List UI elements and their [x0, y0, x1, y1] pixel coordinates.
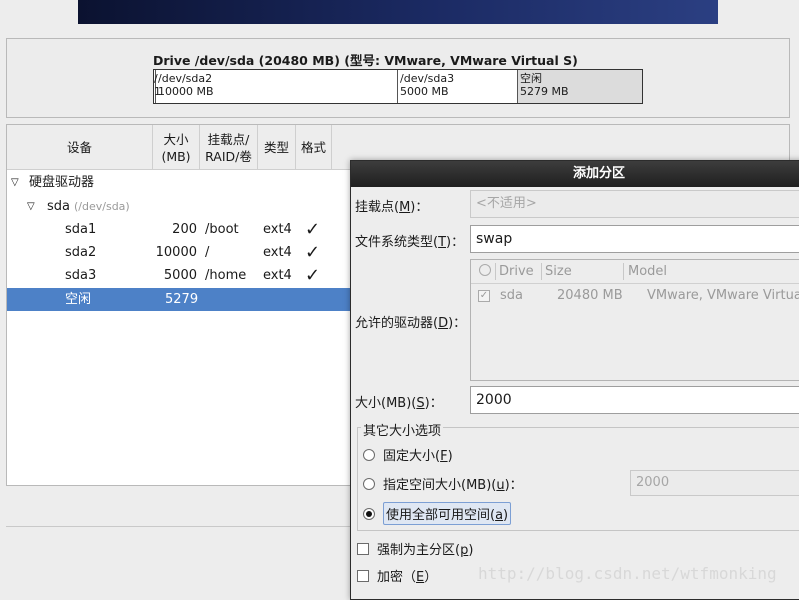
column-format[interactable]: 格式: [296, 125, 332, 170]
mount-point-label: 挂载点(M)：: [355, 200, 429, 215]
mount-point-combo[interactable]: <不适用>: [470, 190, 799, 218]
segment-free[interactable]: 空闲 5279 MB: [518, 70, 642, 103]
drive-title: Drive /dev/sda (20480 MB) (型号: VMware, V…: [153, 53, 578, 68]
header-banner: [78, 0, 718, 24]
drives-header: Drive Size Model: [471, 260, 799, 284]
fill-to-size-radio[interactable]: 指定空间大小(MB)(u)：: [363, 474, 523, 493]
encrypt-checkbox[interactable]: 加密（E）: [357, 566, 437, 585]
size-spinner[interactable]: 2000: [470, 386, 799, 414]
partition-bar: / 1 /dev/sda2 10000 MB /dev/sda3 5000 MB…: [153, 69, 643, 104]
dialog-title[interactable]: 添加分区: [351, 161, 799, 187]
fixed-size-radio[interactable]: 固定大小(F): [363, 445, 453, 464]
check-icon: ✓: [305, 265, 321, 286]
column-device[interactable]: 设备: [7, 125, 153, 170]
check-icon: ✓: [305, 242, 321, 263]
partition-row[interactable]: sda1 200 /boot ext4 ✓: [7, 218, 351, 241]
size-options-title: 其它大小选项: [361, 420, 444, 439]
column-size[interactable]: 大小 (MB): [153, 125, 200, 170]
size-label: 大小(MB)(S)：: [355, 396, 443, 411]
partition-row[interactable]: sda2 10000 / ext4 ✓: [7, 241, 351, 264]
check-icon: ✓: [305, 219, 321, 240]
max-size-spinner[interactable]: 2000: [630, 470, 799, 496]
add-partition-dialog: 添加分区 挂载点(M)： <不适用> 文件系统类型(T)： swap 允许的驱动…: [350, 160, 799, 600]
segment-sda2[interactable]: /dev/sda2 10000 MB: [156, 70, 398, 103]
expander-icon[interactable]: ▽: [27, 195, 35, 218]
segment-sda3[interactable]: /dev/sda3 5000 MB: [398, 70, 518, 103]
tree-disk-row[interactable]: ▽ sda (/dev/sda): [7, 195, 351, 218]
drive-overview: Drive /dev/sda (20480 MB) (型号: VMware, V…: [6, 38, 790, 118]
radio-icon: [363, 477, 375, 490]
fill-all-space-radio[interactable]: 使用全部可用空间(a): [363, 502, 512, 525]
tree-group-row[interactable]: ▽ 硬盘驱动器: [7, 171, 351, 194]
select-all-icon[interactable]: [479, 264, 491, 276]
partition-row[interactable]: sda3 5000 /home ext4 ✓: [7, 264, 351, 287]
column-type[interactable]: 类型: [258, 125, 296, 170]
allowed-drives-label: 允许的驱动器(D)：: [355, 316, 467, 331]
force-primary-checkbox[interactable]: 强制为主分区(p): [357, 539, 473, 558]
column-mount[interactable]: 挂载点/ RAID/卷: [200, 125, 258, 170]
expander-icon[interactable]: ▽: [11, 171, 19, 194]
radio-icon: [363, 448, 375, 461]
checkbox-icon: [357, 542, 369, 555]
fs-type-label: 文件系统类型(T)：: [355, 235, 465, 250]
checkbox-icon: [357, 569, 369, 582]
allowed-drives-list[interactable]: Drive Size Model ✓ sda 20480 MB VMware, …: [470, 259, 799, 381]
fs-type-combo[interactable]: swap: [470, 225, 799, 253]
radio-icon: [363, 507, 375, 520]
drive-checkbox[interactable]: ✓: [478, 290, 490, 302]
free-space-row[interactable]: 空闲 5279: [7, 288, 351, 311]
divider: [6, 526, 352, 527]
drive-row[interactable]: ✓ sda 20480 MB VMware, VMware Virtual S: [471, 284, 799, 308]
watermark: http://blog.csdn.net/wtfmonking: [478, 564, 777, 583]
